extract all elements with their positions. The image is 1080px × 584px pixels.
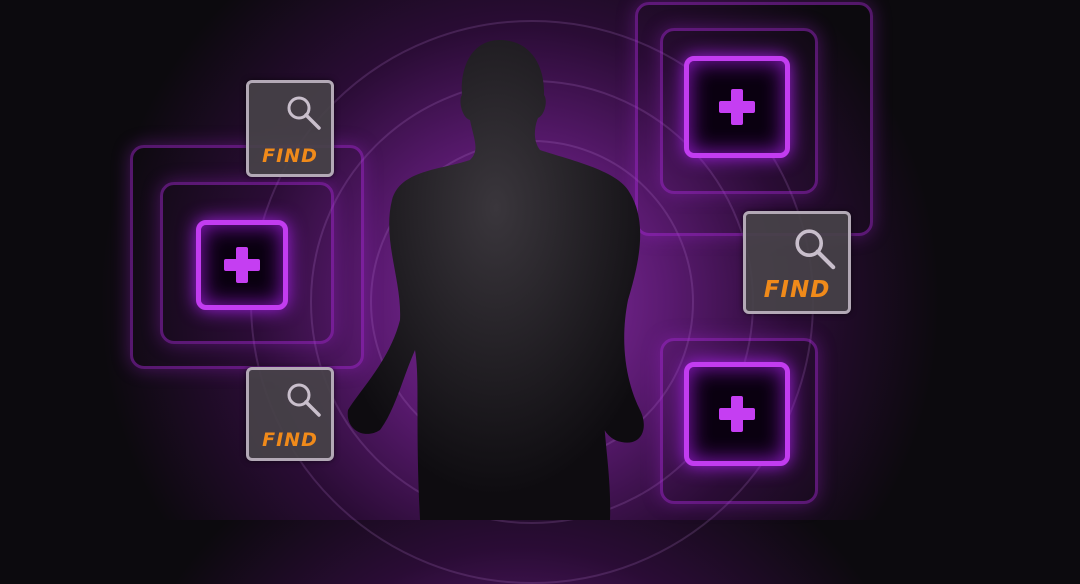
find-slot-left-bottom[interactable]: FIND [246, 367, 334, 461]
magnifier-icon [287, 383, 321, 417]
magnifier-icon [287, 96, 321, 130]
find-slot-left-top[interactable]: FIND [246, 80, 334, 177]
find-label: FIND [262, 428, 318, 451]
find-slot-right[interactable]: FIND [743, 211, 851, 314]
find-label: FIND [262, 144, 318, 167]
magnifier-icon [795, 229, 836, 269]
find-label: FIND [763, 277, 831, 304]
character-silhouette [347, 40, 644, 520]
